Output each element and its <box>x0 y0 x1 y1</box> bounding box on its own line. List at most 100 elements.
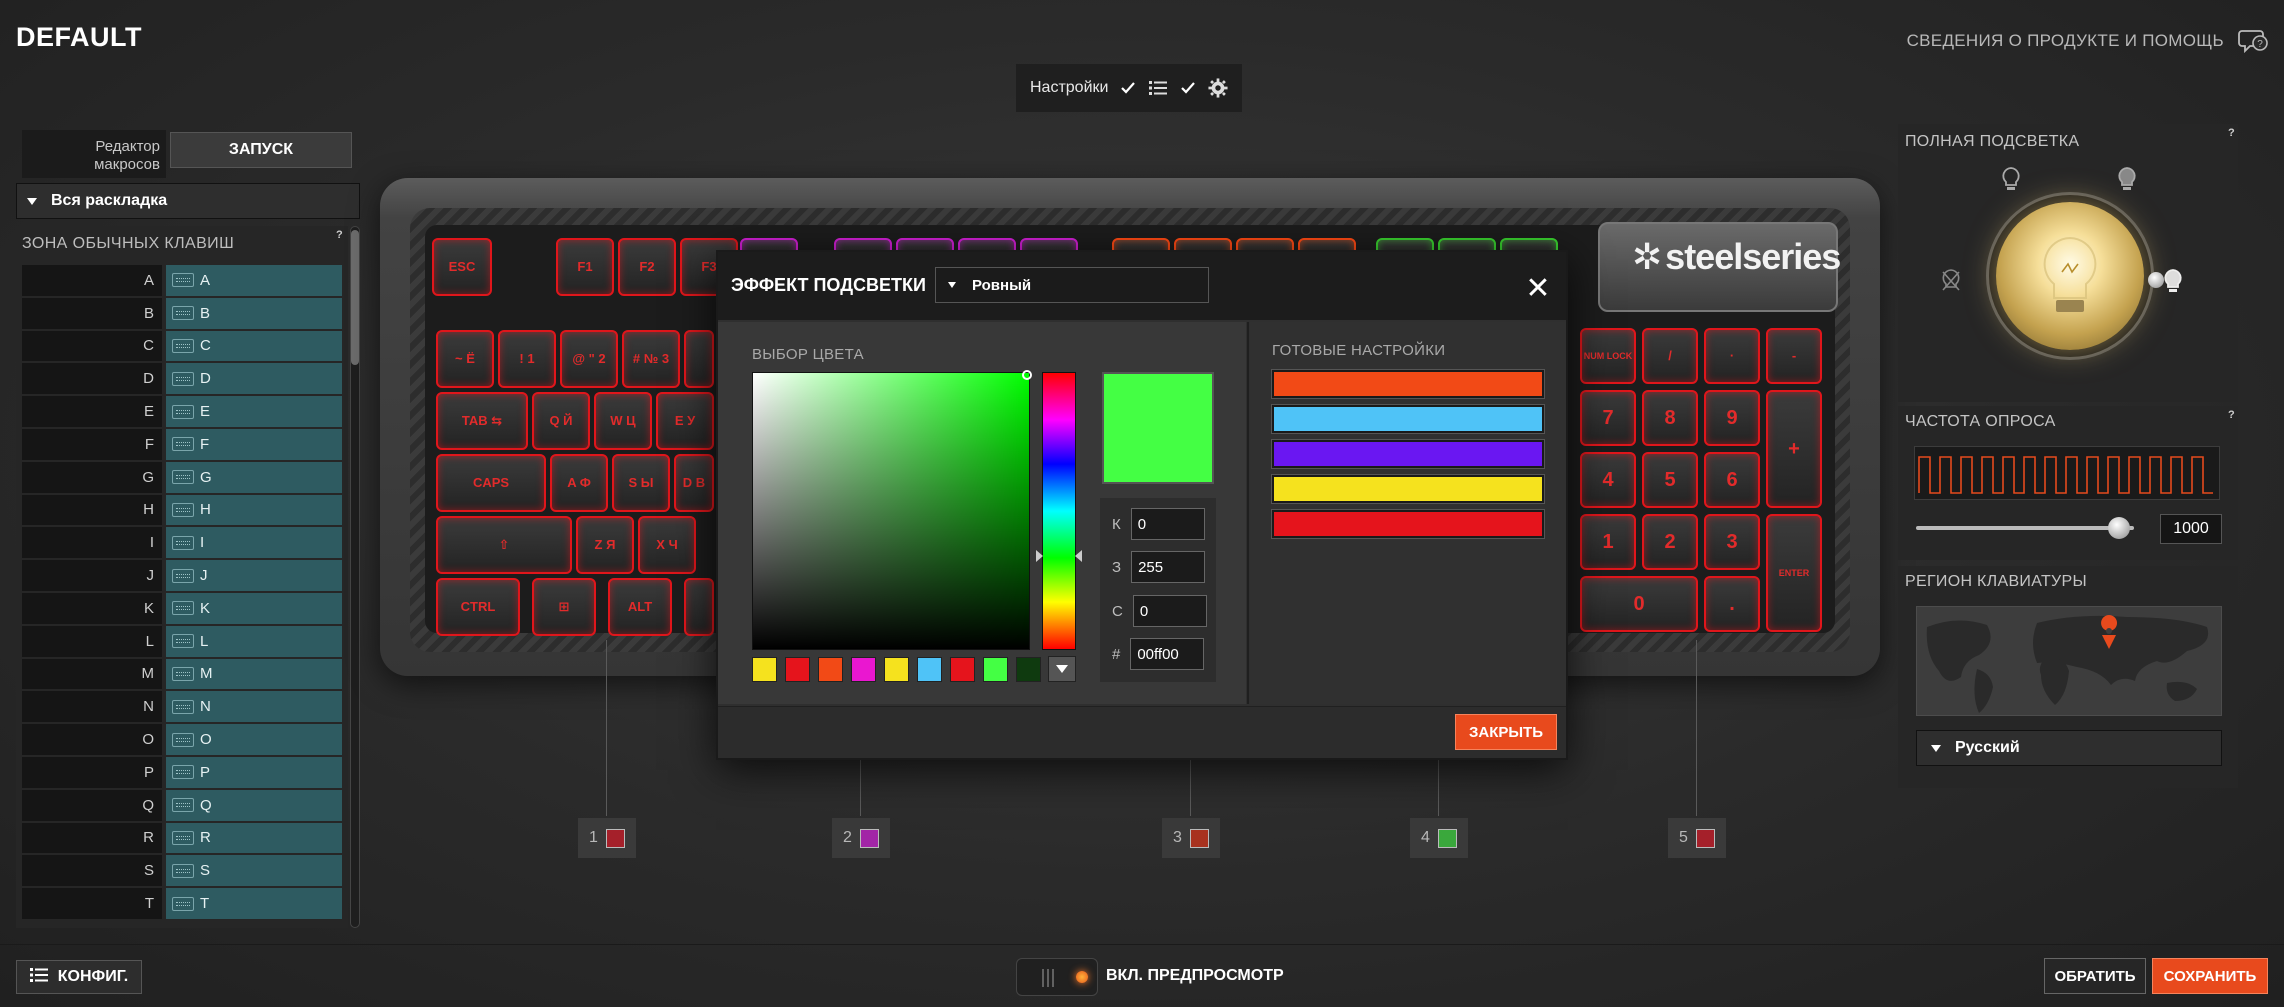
color-cursor[interactable] <box>1022 370 1032 380</box>
preset-color[interactable] <box>1271 474 1545 504</box>
recent-color-swatch[interactable] <box>818 657 843 682</box>
key-space[interactable] <box>684 578 714 636</box>
effect-select[interactable]: Ровный <box>935 267 1209 303</box>
key-2[interactable]: @ " 2 <box>560 330 618 388</box>
key-tilde[interactable]: ~ Ё <box>436 330 494 388</box>
brightness-knob[interactable] <box>2148 272 2164 288</box>
key-assignment[interactable]: C <box>166 330 342 362</box>
help-icon[interactable]: ? <box>336 229 343 241</box>
key-f1[interactable]: F1 <box>556 238 614 296</box>
key-row[interactable]: RR <box>22 822 342 856</box>
hue-handle-left[interactable] <box>1036 550 1043 562</box>
key-assignment[interactable]: P <box>166 756 342 788</box>
lightbulb-icon[interactable] <box>1996 202 2144 350</box>
recent-color-swatch[interactable] <box>983 657 1008 682</box>
key-ctrl-left[interactable]: CTRL <box>436 578 520 636</box>
saturation-value-field[interactable] <box>752 372 1030 650</box>
world-map[interactable] <box>1916 606 2222 716</box>
polling-value[interactable]: 1000 <box>2160 514 2222 544</box>
recent-color-swatch[interactable] <box>785 657 810 682</box>
recent-color-swatch[interactable] <box>884 657 909 682</box>
key-num-7[interactable]: 7 <box>1580 390 1636 446</box>
key-tab[interactable]: TAB ⇆ <box>436 392 528 450</box>
key-q[interactable]: Q Й <box>532 392 590 450</box>
zone-4-swatch[interactable]: 4 <box>1410 818 1468 858</box>
key-1[interactable]: ! 1 <box>498 330 556 388</box>
key-assignment[interactable]: A <box>166 265 342 296</box>
key-num-4[interactable]: 4 <box>1580 452 1636 508</box>
hex-input[interactable]: 00ff00 <box>1130 638 1205 670</box>
key-row[interactable]: DD <box>22 363 342 396</box>
close-button[interactable]: ЗАКРЫТЬ <box>1455 714 1557 750</box>
key-num-minus[interactable]: - <box>1766 328 1822 384</box>
config-button[interactable]: КОНФИГ. <box>16 960 142 994</box>
product-help-link[interactable]: СВЕДЕНИЯ О ПРОДУКТЕ И ПОМОЩЬ <box>1907 31 2224 51</box>
help-icon[interactable]: ? <box>2228 127 2235 139</box>
key-num-8[interactable]: 8 <box>1642 390 1698 446</box>
key-num-3[interactable]: 3 <box>1704 514 1760 570</box>
launch-macro-editor-button[interactable]: ЗАПУСК <box>170 132 352 168</box>
key-row[interactable]: MM <box>22 658 342 692</box>
key-assignment[interactable]: S <box>166 855 342 887</box>
key-win[interactable]: ⊞ <box>532 578 596 636</box>
settings-view-checkbox[interactable] <box>1178 78 1198 98</box>
key-assignment[interactable]: G <box>166 461 342 493</box>
recent-color-swatch[interactable] <box>752 657 777 682</box>
key-row[interactable]: EE <box>22 396 342 429</box>
key-assignment[interactable]: M <box>166 658 342 690</box>
key-assignment[interactable]: N <box>166 691 342 723</box>
key-row[interactable]: AA <box>22 265 342 298</box>
revert-button[interactable]: ОБРАТИТЬ <box>2044 958 2146 994</box>
preset-color[interactable] <box>1271 509 1545 539</box>
key-num-9[interactable]: 9 <box>1704 390 1760 446</box>
key-assignment[interactable]: B <box>166 297 342 329</box>
key-row[interactable]: KK <box>22 592 342 626</box>
key-row[interactable]: SS <box>22 855 342 888</box>
key-row[interactable]: QQ <box>22 789 342 823</box>
preset-color[interactable] <box>1271 439 1545 469</box>
key-num-plus[interactable]: + <box>1766 390 1822 508</box>
key-num-divide[interactable]: / <box>1642 328 1698 384</box>
key-d[interactable]: D В <box>674 454 714 512</box>
zone-5-swatch[interactable]: 5 <box>1668 818 1726 858</box>
hue-handle-right[interactable] <box>1075 550 1082 562</box>
key-row[interactable]: GG <box>22 461 342 495</box>
key-num-2[interactable]: 2 <box>1642 514 1698 570</box>
key-row[interactable]: PP <box>22 756 342 790</box>
more-colors-button[interactable] <box>1048 656 1076 682</box>
key-shift-left[interactable]: ⇧ <box>436 516 572 574</box>
close-icon[interactable]: ✕ <box>1522 272 1554 305</box>
list-icon[interactable] <box>1148 78 1168 98</box>
key-x[interactable]: X Ч <box>638 516 696 574</box>
gear-icon[interactable] <box>1208 78 1228 98</box>
zone-2-swatch[interactable]: 2 <box>832 818 890 858</box>
preset-color[interactable] <box>1271 404 1545 434</box>
key-f2[interactable]: F2 <box>618 238 676 296</box>
key-esc[interactable]: ESC <box>432 238 492 296</box>
key-numlock[interactable]: NUM LOCK <box>1580 328 1636 384</box>
layout-select[interactable]: Вся раскладка <box>16 183 360 219</box>
key-row[interactable]: BB <box>22 297 342 331</box>
key-row[interactable]: JJ <box>22 560 342 593</box>
help-chat-icon[interactable]: ? <box>2238 27 2270 55</box>
polling-slider-knob[interactable] <box>2107 517 2130 539</box>
red-input[interactable]: 0 <box>1130 508 1205 540</box>
key-assignment[interactable]: F <box>166 428 342 460</box>
key-row[interactable]: II <box>22 527 342 560</box>
key-num-0[interactable]: 0 <box>1580 576 1698 632</box>
key-e[interactable]: E У <box>656 392 714 450</box>
recent-color-swatch[interactable] <box>1016 657 1041 682</box>
region-select[interactable]: Русский <box>1916 730 2222 766</box>
recent-color-swatch[interactable] <box>851 657 876 682</box>
key-row[interactable]: FF <box>22 428 342 462</box>
recent-color-swatch[interactable] <box>950 657 975 682</box>
key-4[interactable] <box>684 330 714 388</box>
key-assignment[interactable]: Q <box>166 789 342 821</box>
key-num-multiply[interactable]: · <box>1704 328 1760 384</box>
key-z[interactable]: Z Я <box>576 516 634 574</box>
key-3[interactable]: # № 3 <box>622 330 680 388</box>
key-row[interactable]: NN <box>22 691 342 724</box>
key-num-5[interactable]: 5 <box>1642 452 1698 508</box>
key-assignment[interactable]: K <box>166 592 342 624</box>
key-w[interactable]: W Ц <box>594 392 652 450</box>
